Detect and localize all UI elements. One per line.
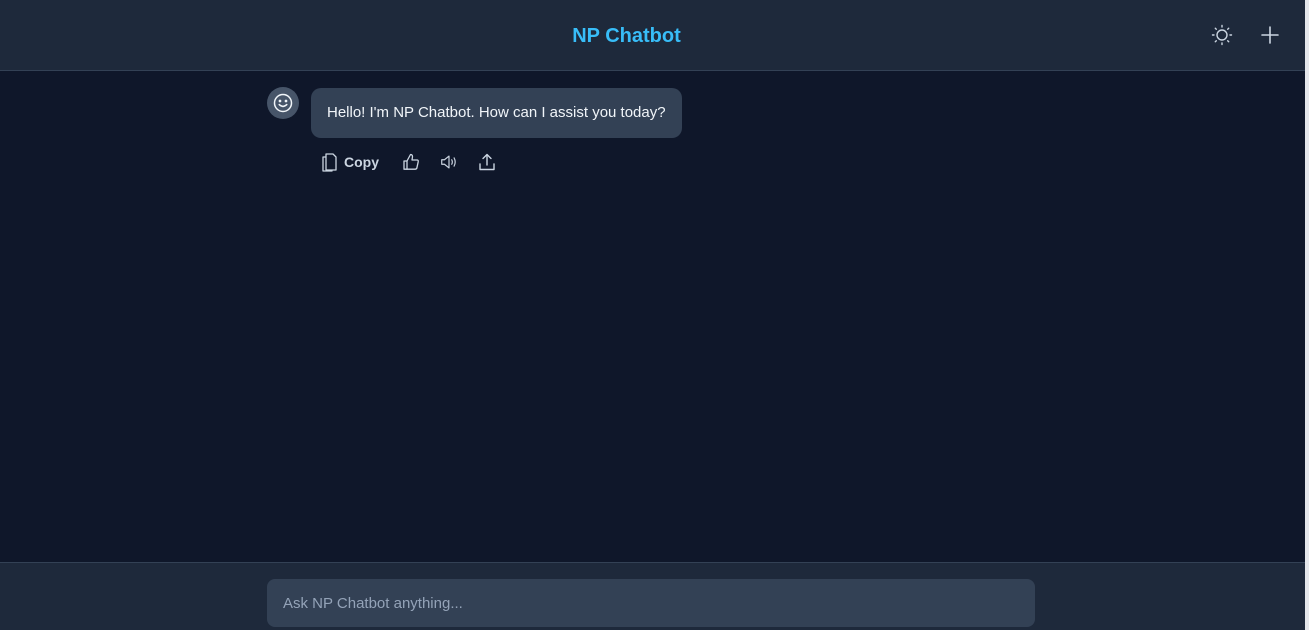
- bot-avatar: [267, 87, 299, 119]
- smiley-icon: [273, 93, 293, 113]
- sun-icon: [1211, 24, 1233, 46]
- chat-app: NP Chatbot Hello! I'm NP Chatbot. How ca…: [0, 0, 1309, 630]
- app-title: NP Chatbot: [572, 25, 681, 47]
- copy-button[interactable]: Copy: [320, 152, 379, 172]
- copy-label: Copy: [344, 154, 379, 170]
- plus-icon: [1261, 26, 1279, 44]
- message-input[interactable]: [267, 579, 1035, 627]
- header-bar: NP Chatbot: [0, 0, 1305, 71]
- copy-icon: [322, 153, 337, 172]
- share-icon: [479, 153, 495, 171]
- like-button[interactable]: [401, 152, 421, 172]
- bot-message-bubble: Hello! I'm NP Chatbot. How can I assist …: [311, 88, 682, 138]
- scrollbar-track[interactable]: [1305, 0, 1309, 630]
- share-button[interactable]: [477, 152, 497, 172]
- speaker-icon: [441, 155, 456, 169]
- read-aloud-button[interactable]: [439, 152, 459, 172]
- composer-bar: [0, 562, 1305, 630]
- message-actions: Copy: [320, 151, 515, 173]
- thumbs-up-icon: [403, 153, 419, 170]
- new-chat-button[interactable]: [1256, 21, 1284, 49]
- chat-area: Hello! I'm NP Chatbot. How can I assist …: [0, 71, 1305, 562]
- theme-toggle-button[interactable]: [1208, 21, 1236, 49]
